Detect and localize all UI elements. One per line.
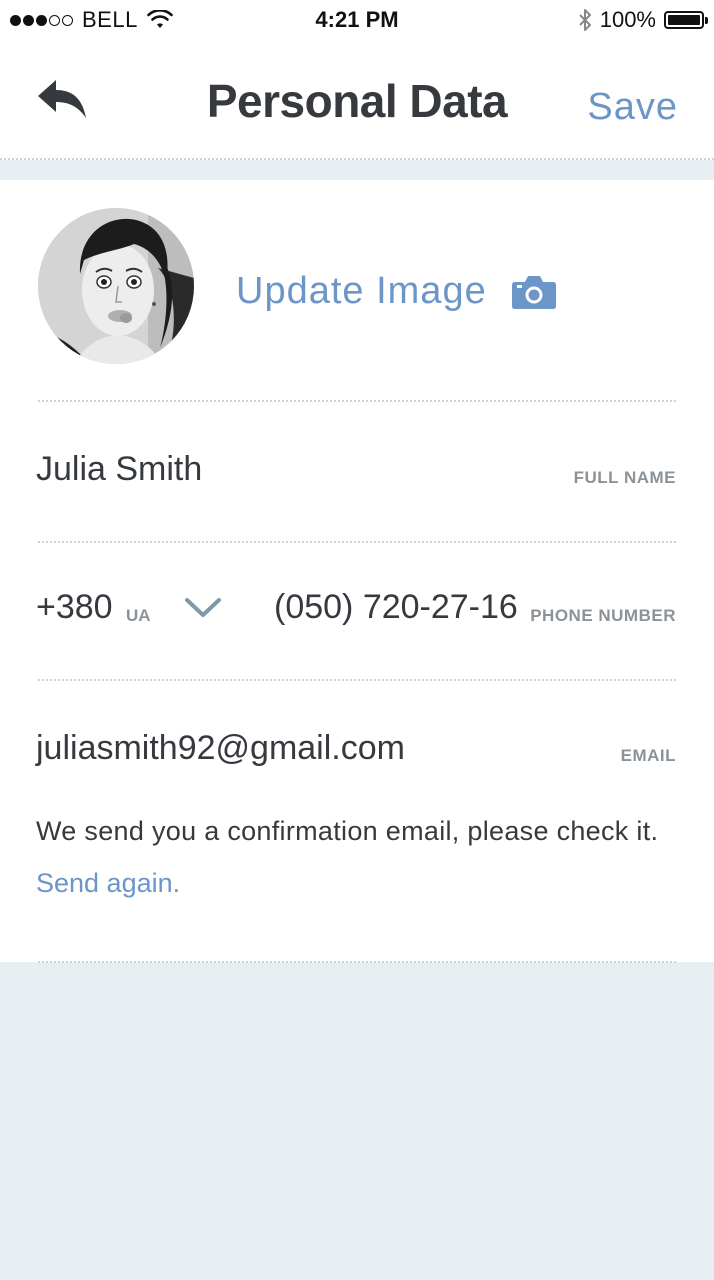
status-right: 100%: [578, 7, 708, 33]
divider: [38, 961, 676, 963]
send-again-link[interactable]: Send again.: [36, 868, 180, 899]
divider: [38, 679, 676, 681]
battery-icon: [664, 11, 708, 29]
confirmation-message: We send you a confirmation email, please…: [36, 816, 659, 846]
country-dropdown-button[interactable]: [184, 596, 222, 620]
email-label: EMAIL: [620, 746, 676, 765]
full-name-field[interactable]: Julia Smith: [36, 450, 202, 489]
screen: BELL 4:21 PM 100% Personal Data Save Upd…: [0, 0, 714, 1280]
chevron-down-icon: [185, 598, 221, 617]
divider: [38, 400, 676, 402]
country-code[interactable]: +380: [36, 588, 113, 627]
profile-card: Update Image Julia Smith FULL NAME +380 …: [0, 180, 714, 963]
country-iso: UA: [126, 606, 151, 625]
avatar-image: [38, 208, 194, 364]
update-image-button[interactable]: Update Image: [236, 270, 557, 313]
update-image-label: Update Image: [236, 270, 487, 312]
nav-bar: Personal Data Save: [0, 40, 714, 160]
full-name-label: FULL NAME: [573, 468, 676, 487]
phone-number-label: PHONE NUMBER: [530, 606, 676, 625]
divider: [38, 541, 676, 543]
email-field[interactable]: juliasmith92@gmail.com: [36, 729, 405, 768]
save-button[interactable]: Save: [587, 86, 678, 129]
camera-icon: [511, 275, 556, 309]
phone-number-field[interactable]: (050) 720-27-16: [274, 588, 518, 627]
bluetooth-icon: [579, 9, 591, 31]
avatar[interactable]: [38, 208, 194, 364]
battery-percent: 100%: [599, 7, 656, 32]
status-bar: BELL 4:21 PM 100%: [0, 0, 714, 40]
